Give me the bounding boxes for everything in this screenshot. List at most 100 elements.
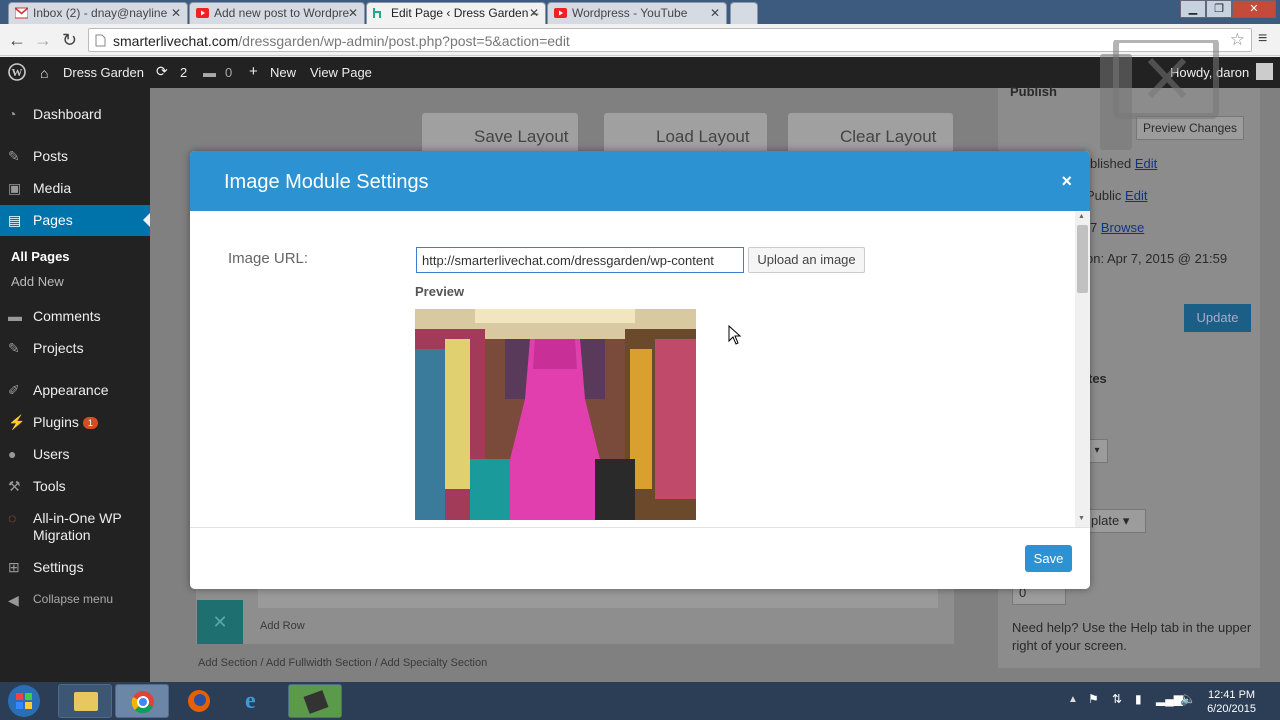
collapse-icon: ◀ [8, 592, 19, 608]
mouse-cursor-icon [728, 325, 742, 345]
sidebar-subitem-add-new[interactable]: Add New [11, 274, 64, 289]
sidebar-item-dashboard[interactable]: ◔ Dashboard [0, 99, 150, 129]
current-arrow [143, 213, 150, 227]
save-button[interactable]: Save [1025, 545, 1072, 572]
close-window-icon[interactable]: ✕ [1232, 0, 1276, 18]
help-text-line2: right of your screen. [1012, 638, 1127, 653]
updates-icon[interactable]: ⟳ [156, 63, 168, 80]
menu-icon[interactable]: ≡ [1258, 30, 1267, 48]
tab-label: Inbox (2) - dnay@nayline [33, 6, 168, 20]
plugin-update-badge: 1 [82, 417, 98, 429]
forward-icon[interactable]: → [34, 30, 52, 51]
network-icon[interactable]: ⇅ [1112, 692, 1122, 706]
browser-tab-youtube[interactable]: Wordpress - YouTube ✕ [547, 2, 727, 24]
file-explorer-icon[interactable] [58, 684, 112, 718]
chrome-icon[interactable] [115, 684, 169, 718]
sidebar-item-users[interactable]: ● Users [0, 439, 150, 469]
flag-icon[interactable]: ⚑ [1088, 692, 1099, 706]
address-bar[interactable]: smarterlivechat.com/dressgarden/wp-admin… [88, 28, 1252, 52]
youtube-icon [554, 8, 567, 18]
close-tab-icon[interactable]: ✕ [171, 6, 181, 20]
wordpress-logo-icon[interactable]: W [8, 63, 26, 81]
modal-title: Image Module Settings [224, 171, 429, 193]
comment-icon: ▬ [8, 308, 22, 324]
wp-admin-bar: W ⌂ Dress Garden ⟳ 2 ▬ 0 + New View Page… [0, 57, 1280, 88]
sidebar-item-comments[interactable]: ▬ Comments [0, 301, 150, 331]
visibility-text: Public Edit [1086, 188, 1147, 203]
gmail-icon [15, 7, 28, 19]
new-link[interactable]: New [270, 65, 296, 80]
close-icon[interactable]: × [1061, 171, 1072, 192]
star-icon[interactable]: ☆ [1230, 30, 1245, 50]
page-attributes-title: tes [1088, 371, 1107, 386]
sidebar-item-projects[interactable]: ✎ Projects [0, 333, 150, 363]
close-tab-icon[interactable]: ✕ [529, 6, 539, 20]
sidebar-item-appearance[interactable]: ✐ Appearance [0, 375, 150, 405]
comments-icon[interactable]: ▬ [203, 65, 216, 80]
internet-explorer-icon[interactable]: e [230, 684, 284, 718]
add-section-link: Add Section / Add Fullwidth Section / Ad… [198, 657, 488, 669]
clock-time: 12:41 PM [1207, 689, 1256, 701]
modal-scrollbar-thumb[interactable] [1077, 225, 1088, 293]
sidebar-item-posts[interactable]: ✎ Posts [0, 141, 150, 171]
pages-icon: ▤ [8, 212, 22, 228]
revisions-text: 7 Browse [1090, 220, 1144, 235]
comments-count: 0 [225, 65, 233, 80]
scroll-down-icon[interactable]: ▼ [1078, 515, 1085, 522]
row-ghost [258, 588, 938, 608]
sidebar-item-plugins[interactable]: ⚡ Plugins 1 [0, 407, 150, 437]
sidebar-item-settings[interactable]: ⊞ Settings [0, 552, 150, 582]
image-url-input[interactable] [416, 247, 744, 273]
plugin-icon: ⚡ [8, 414, 26, 430]
users-icon: ● [8, 446, 17, 462]
close-tab-icon[interactable]: ✕ [348, 6, 358, 20]
new-tab-button[interactable] [730, 2, 758, 24]
view-page-link[interactable]: View Page [310, 65, 372, 80]
sidebar-subitem-all-pages[interactable]: All Pages [11, 249, 70, 264]
windows-start-icon[interactable] [6, 684, 42, 718]
youtube-icon [196, 8, 209, 18]
divi-icon [373, 8, 381, 18]
sidebar-item-migration[interactable]: ◌ All-in-One WP Migration [0, 503, 150, 543]
restore-icon[interactable]: ❐ [1206, 0, 1232, 18]
sidebar-item-label: Projects [33, 340, 84, 356]
firefox-icon[interactable] [172, 684, 226, 718]
collapse-menu-button[interactable]: ◀ Collapse menu [0, 585, 150, 615]
pin-icon: ✎ [8, 148, 20, 164]
avatar[interactable] [1256, 63, 1273, 80]
sidebar-item-label: Users [33, 446, 70, 462]
revisions-count: 7 [1090, 220, 1098, 235]
browser-tab-gmail[interactable]: Inbox (2) - dnay@nayline ✕ [8, 2, 188, 24]
system-clock[interactable]: 12:41 PM 6/20/2015 [1207, 688, 1256, 716]
upload-image-button[interactable]: Upload an image [748, 247, 865, 273]
app-icon[interactable] [288, 684, 342, 718]
signal-icon[interactable]: ▂▄▆ [1156, 692, 1183, 706]
sidebar-item-label: Appearance [33, 382, 109, 398]
section-close-icon: ✕ [197, 600, 243, 644]
volume-icon[interactable]: 🔈 [1180, 691, 1196, 707]
publish-title: Publish [1010, 84, 1057, 99]
published-on-text: on: Apr 7, 2015 @ 21:59 [1086, 251, 1228, 266]
tray-expand-icon[interactable]: ▲ [1068, 694, 1078, 705]
update-button: Update [1184, 304, 1251, 332]
minimize-icon[interactable]: ▁ [1180, 0, 1206, 18]
close-tab-icon[interactable]: ✕ [710, 6, 720, 20]
sidebar-item-label: Comments [33, 308, 101, 324]
browser-tab-edit-page[interactable]: Edit Page ‹ Dress Garden – ✕ [366, 2, 546, 24]
revisions-browse-link: Browse [1100, 220, 1145, 235]
site-name-link[interactable]: Dress Garden [63, 65, 144, 80]
sidebar-item-media[interactable]: ▣ Media [0, 173, 150, 203]
sidebar-item-label: Plugins [33, 414, 79, 430]
sidebar-item-pages[interactable]: ▤ Pages [0, 205, 150, 236]
tab-label: Edit Page ‹ Dress Garden – [391, 6, 539, 20]
reload-icon[interactable]: ↻ [62, 30, 77, 51]
url-host: smarterlivechat.com [113, 33, 239, 49]
clock-date: 6/20/2015 [1207, 703, 1256, 715]
back-icon[interactable]: ← [8, 30, 26, 51]
browser-tab-add-post[interactable]: Add new post to Wordpre ✕ [189, 2, 365, 24]
scroll-up-icon[interactable]: ▲ [1078, 213, 1085, 220]
image-module-settings-modal: Image Module Settings × Image URL: Uploa… [190, 151, 1090, 589]
battery-icon[interactable]: ▮ [1135, 692, 1142, 706]
template-select: plate ▾ [1086, 509, 1146, 533]
sidebar-item-tools[interactable]: ⚒ Tools [0, 471, 150, 501]
